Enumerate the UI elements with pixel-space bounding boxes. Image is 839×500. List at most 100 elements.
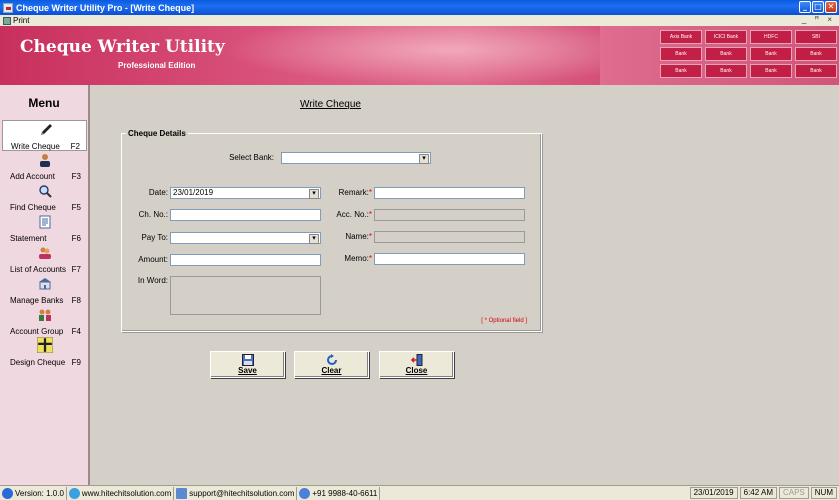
title-bar: Cheque Writer Utility Pro - [Write Chequ…: [0, 0, 839, 15]
date-label: Date:: [148, 188, 168, 197]
sidebar-item-label: Design Cheque: [10, 358, 66, 367]
website-link[interactable]: www.hitechitsolution.com: [67, 486, 175, 500]
version-text: Version: 1.0.0: [15, 488, 64, 498]
window-controls: _ □ ✕: [799, 1, 837, 13]
magnifier-icon: [39, 185, 52, 198]
info-icon: [2, 487, 13, 499]
close-window-button[interactable]: ✕: [825, 1, 837, 13]
bank-icon: [39, 278, 51, 290]
page-title: Write Cheque: [300, 99, 361, 110]
clear-button-label: Clear: [321, 366, 342, 375]
amount-label: Amount:: [138, 255, 168, 264]
mdi-controls[interactable]: _ ꟸ ×: [802, 15, 835, 24]
bank-tile: Bank: [660, 47, 702, 61]
print-menu-label: Print: [13, 16, 30, 25]
clear-button[interactable]: Clear: [294, 351, 369, 378]
close-button[interactable]: Close: [379, 351, 454, 378]
sidebar-item-label: Statement: [10, 234, 47, 243]
sidebar-item-find-cheque[interactable]: Find Cheque F5: [2, 182, 87, 213]
cross-icon: [37, 337, 53, 353]
sidebar-item-write-cheque[interactable]: Write Cheque F2: [2, 120, 87, 151]
bank-tile: Axis Bank: [660, 30, 702, 44]
website-text: www.hitechitsolution.com: [81, 488, 172, 498]
chno-label: Ch. No.:: [138, 210, 168, 219]
remark-label: Remark:*: [338, 188, 372, 197]
bank-tile: Bank: [750, 64, 792, 78]
sidebar-item-design-cheque[interactable]: Design Cheque F9: [2, 337, 87, 368]
memo-input[interactable]: [374, 253, 525, 265]
bank-tile: Bank: [705, 64, 747, 78]
maximize-button[interactable]: □: [812, 1, 824, 13]
document-icon: [39, 215, 51, 229]
remark-input[interactable]: [374, 187, 525, 199]
refresh-icon: [326, 354, 337, 365]
menu-title: Menu: [28, 95, 60, 110]
inword-label: In Word:: [137, 276, 168, 285]
sidebar-item-label: Find Cheque: [10, 203, 56, 212]
name-field: [374, 231, 525, 243]
phone-icon: [299, 487, 311, 499]
sidebar-item-label: Account Group: [10, 327, 64, 336]
status-indicators: 23/01/2019 6:42 AM CAPS NUM: [689, 487, 837, 499]
minimize-button[interactable]: _: [799, 1, 811, 13]
exit-door-icon: [410, 354, 422, 366]
email-text: support@hitechitsolution.com: [189, 488, 295, 498]
shortcut-key: F9: [71, 358, 81, 367]
sidebar-item-add-account[interactable]: Add Account F3: [2, 151, 87, 182]
sidebar-item-label: List of Accounts: [10, 265, 67, 274]
status-date: 23/01/2019: [689, 487, 738, 499]
name-label: Name:*: [345, 232, 372, 241]
pen-icon: [41, 124, 52, 135]
sidebar-item-statement[interactable]: Statement F6: [2, 213, 87, 244]
cheque-details-group: Cheque Details Select Bank: Date: 23/01/…: [121, 129, 542, 332]
num-indicator: NUM: [810, 487, 837, 499]
app-icon[interactable]: [3, 2, 13, 13]
sidebar-item-account-group[interactable]: Account Group F4: [2, 306, 87, 337]
payto-dropdown[interactable]: [170, 232, 321, 244]
phone-info: +91 9988-40-6611: [297, 486, 381, 500]
bank-tile: Bank: [660, 64, 702, 78]
bank-tile: ICICI Bank: [705, 30, 747, 44]
sidebar-item-label: Manage Banks: [10, 296, 64, 305]
accno-label: Acc. No.:*: [336, 210, 372, 219]
shortcut-key: F6: [71, 234, 81, 243]
status-time: 6:42 AM: [739, 487, 777, 499]
shortcut-key: F8: [71, 296, 81, 305]
brand-title: Cheque Writer Utility: [20, 37, 225, 57]
phone-text: +91 9988-40-6611: [312, 488, 378, 498]
save-button-label: Save: [238, 366, 257, 375]
floppy-icon: [241, 354, 254, 366]
mail-icon: [176, 487, 188, 499]
shortcut-key: F7: [71, 265, 81, 274]
amount-input[interactable]: [170, 254, 321, 266]
bank-tile: Bank: [705, 47, 747, 61]
group-icon: [39, 309, 51, 321]
brand-subtitle: Professional Edition: [118, 61, 196, 70]
status-bar: Version: 1.0.0 www.hitechitsolution.com …: [0, 485, 839, 500]
memo-label: Memo:*: [344, 254, 372, 263]
bank-tile: HDFC: [750, 30, 792, 44]
window-title: Cheque Writer Utility Pro - [Write Chequ…: [16, 2, 195, 13]
shortcut-key: F5: [71, 203, 81, 212]
optional-field-note: [ * Optional field ]: [481, 318, 527, 324]
save-button[interactable]: Save: [210, 351, 285, 378]
sidebar-item-manage-banks[interactable]: Manage Banks F8: [2, 275, 87, 306]
group-title: Cheque Details: [126, 129, 188, 138]
sidebar-item-label: Add Account: [10, 172, 55, 181]
sidebar-item-list-of-accounts[interactable]: List of Accounts F7: [2, 244, 87, 275]
main-panel: Write Cheque Cheque Details Select Bank:…: [91, 85, 839, 485]
shortcut-key: F2: [70, 142, 80, 151]
email-link[interactable]: support@hitechitsolution.com: [174, 486, 298, 500]
header-banner: Cheque Writer Utility Professional Editi…: [0, 26, 839, 85]
print-menu[interactable]: Print: [3, 16, 29, 25]
inword-textarea: [170, 276, 321, 315]
bank-tile: Bank: [750, 47, 792, 61]
version-info: Version: 1.0.0: [0, 486, 67, 500]
print-icon: [3, 16, 11, 25]
payto-label: Pay To:: [141, 233, 168, 242]
banner-photo: [220, 26, 600, 85]
cheque-number-input[interactable]: [170, 209, 321, 221]
users-icon: [39, 247, 51, 259]
date-picker[interactable]: 23/01/2019: [170, 187, 321, 199]
select-bank-dropdown[interactable]: [281, 152, 431, 164]
